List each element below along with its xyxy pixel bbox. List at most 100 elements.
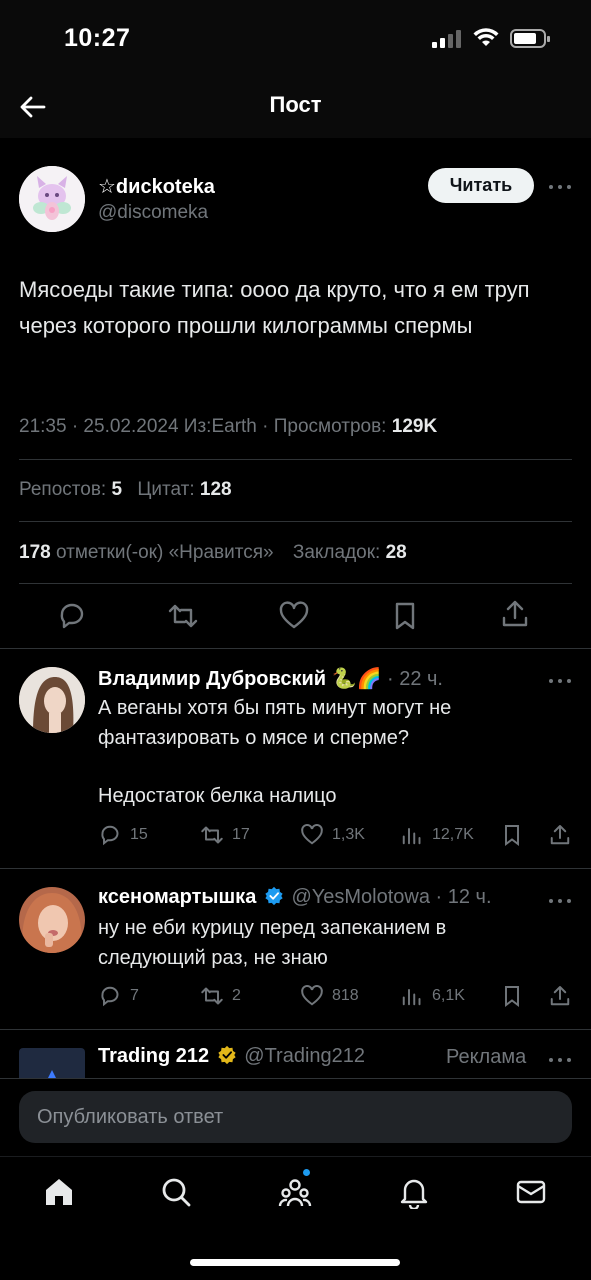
notification-dot xyxy=(303,1169,310,1176)
reply-avatar[interactable] xyxy=(19,667,85,733)
more-options-icon[interactable] xyxy=(547,1056,573,1064)
reply-reply-button[interactable]: 15 xyxy=(98,821,148,849)
reposts-count[interactable]: 5 xyxy=(111,479,122,500)
like-icon xyxy=(301,985,323,1006)
verified-badge-icon xyxy=(265,886,283,906)
bookmarks-label: Закладок: xyxy=(292,542,386,563)
like-icon xyxy=(301,824,323,845)
top-nav: Пост xyxy=(0,80,591,138)
post-meta: 21:35 · 25.02.2024 Из:Earth · Просмотров… xyxy=(19,416,437,438)
author-handle[interactable]: @discomeka xyxy=(98,202,208,224)
follow-button[interactable]: Читать xyxy=(428,168,534,203)
reply-author-emoji: 🐍🌈 xyxy=(331,668,382,690)
reply-count: 7 xyxy=(130,987,139,1004)
views-count: 12,7K xyxy=(432,826,474,843)
advertiser-handle[interactable]: @Trading212 xyxy=(244,1045,365,1067)
share-icon[interactable] xyxy=(548,821,572,849)
views-count: 6,1K xyxy=(432,987,465,1004)
bookmarks-count: 28 xyxy=(385,542,407,563)
reply-icon xyxy=(101,986,119,1007)
reply-actions: 15 17 1,3K 12,7K xyxy=(98,821,578,851)
reply-time: · 12 ч. xyxy=(429,886,492,908)
promoted-label: Реклама xyxy=(446,1046,527,1068)
divider xyxy=(19,583,572,584)
post-text: Мясоеды такие типа: оооо да круто, что я… xyxy=(19,277,530,338)
reply-author-name[interactable]: Владимир Дубровский xyxy=(98,668,326,690)
bookmark-icon[interactable] xyxy=(500,982,524,1010)
bookmark-icon[interactable] xyxy=(500,821,524,849)
more-options-icon[interactable] xyxy=(547,897,573,905)
promoted-post[interactable]: Trading 212 @Trading212 Реклама xyxy=(0,1030,591,1078)
status-time: 10:27 xyxy=(64,24,131,52)
reply-time: · 22 ч. xyxy=(381,668,443,690)
likes-label[interactable]: отметки(-ок) «Нравится» xyxy=(51,542,274,563)
author-avatar[interactable] xyxy=(19,166,85,232)
more-options-icon[interactable] xyxy=(547,183,573,191)
like-icon[interactable] xyxy=(278,600,310,632)
share-icon[interactable] xyxy=(499,598,531,630)
quotes-count[interactable]: 128 xyxy=(200,479,232,500)
reply-like-button[interactable]: 1,3K xyxy=(300,821,365,849)
reply-composer xyxy=(0,1078,591,1156)
avatar-image-icon xyxy=(19,667,85,733)
post-timestamp: 21:35 · 25.02.2024 Из:Earth · Просмотров… xyxy=(19,416,392,437)
author-name[interactable]: ☆dиckoteka xyxy=(98,174,215,199)
advertiser-logo[interactable] xyxy=(19,1048,85,1078)
home-indicator xyxy=(190,1259,400,1266)
wifi-icon xyxy=(473,28,499,46)
likes-bookmarks-stats: 178 отметки(-ок) «Нравится» Закладок: 28 xyxy=(19,542,407,564)
repost-icon[interactable] xyxy=(167,600,199,632)
reply-author-handle[interactable]: @YesMolotowa xyxy=(291,886,430,908)
notifications-bell-icon[interactable] xyxy=(397,1175,431,1209)
reply-item[interactable]: ксеномартышка @YesMolotowa · 12 ч. ну не… xyxy=(0,869,591,1029)
avatar-image-icon xyxy=(19,887,85,953)
views-count: 129K xyxy=(391,416,438,437)
search-icon[interactable] xyxy=(159,1175,193,1209)
quotes-label[interactable]: Цитат: xyxy=(137,479,200,500)
reply-text-continued: Недостаток белка налицо xyxy=(98,785,337,807)
reply-repost-button[interactable]: 2 xyxy=(200,982,241,1010)
post-actions xyxy=(0,596,591,636)
reply-text: ну не еби курицу перед запеканием в след… xyxy=(98,917,447,969)
likes-count[interactable]: 178 xyxy=(19,542,51,563)
reply-icon xyxy=(101,825,119,846)
avatar-image-icon xyxy=(19,166,85,232)
reply-icon[interactable] xyxy=(56,600,88,632)
divider xyxy=(19,521,572,522)
more-options-icon[interactable] xyxy=(547,677,573,685)
reply-input[interactable] xyxy=(19,1091,572,1143)
like-count: 1,3K xyxy=(332,826,365,843)
bookmark-icon[interactable] xyxy=(389,600,421,632)
home-icon[interactable] xyxy=(42,1175,76,1209)
like-count: 818 xyxy=(332,987,359,1004)
messages-icon[interactable] xyxy=(514,1175,548,1209)
reply-actions: 7 2 818 6,1K xyxy=(98,982,578,1012)
reply-item[interactable]: Владимир Дубровский 🐍🌈 · 22 ч. А веганы … xyxy=(0,649,591,868)
communities-icon[interactable] xyxy=(278,1175,312,1209)
reply-repost-button[interactable]: 17 xyxy=(200,821,250,849)
reply-reply-button[interactable]: 7 xyxy=(98,982,139,1010)
status-bar: 10:27 xyxy=(0,0,591,80)
divider xyxy=(19,459,572,460)
repost-count: 2 xyxy=(232,987,241,1004)
views-icon xyxy=(402,828,421,845)
advertiser-name[interactable]: Trading 212 xyxy=(98,1045,209,1067)
verified-gold-badge-icon xyxy=(218,1045,236,1065)
repost-count: 17 xyxy=(232,826,250,843)
share-icon[interactable] xyxy=(548,982,572,1010)
cellular-signal-icon xyxy=(432,30,462,48)
reply-views-button[interactable]: 6,1K xyxy=(400,982,465,1010)
repost-icon xyxy=(201,826,223,844)
reply-text: А веганы хотя бы пять минут могут не фан… xyxy=(98,697,452,749)
battery-icon xyxy=(510,29,550,48)
reply-views-button[interactable]: 12,7K xyxy=(400,821,474,849)
reply-avatar[interactable] xyxy=(19,887,85,953)
repost-quote-stats: Репостов: 5 Цитат: 128 xyxy=(19,479,232,501)
reply-like-button[interactable]: 818 xyxy=(300,982,359,1010)
reply-author-name[interactable]: ксеномартышка xyxy=(98,886,256,908)
repost-icon xyxy=(201,987,223,1005)
page-title: Пост xyxy=(269,92,322,117)
views-icon xyxy=(402,989,421,1006)
reposts-label[interactable]: Репостов: xyxy=(19,479,111,500)
reply-count: 15 xyxy=(130,826,148,843)
